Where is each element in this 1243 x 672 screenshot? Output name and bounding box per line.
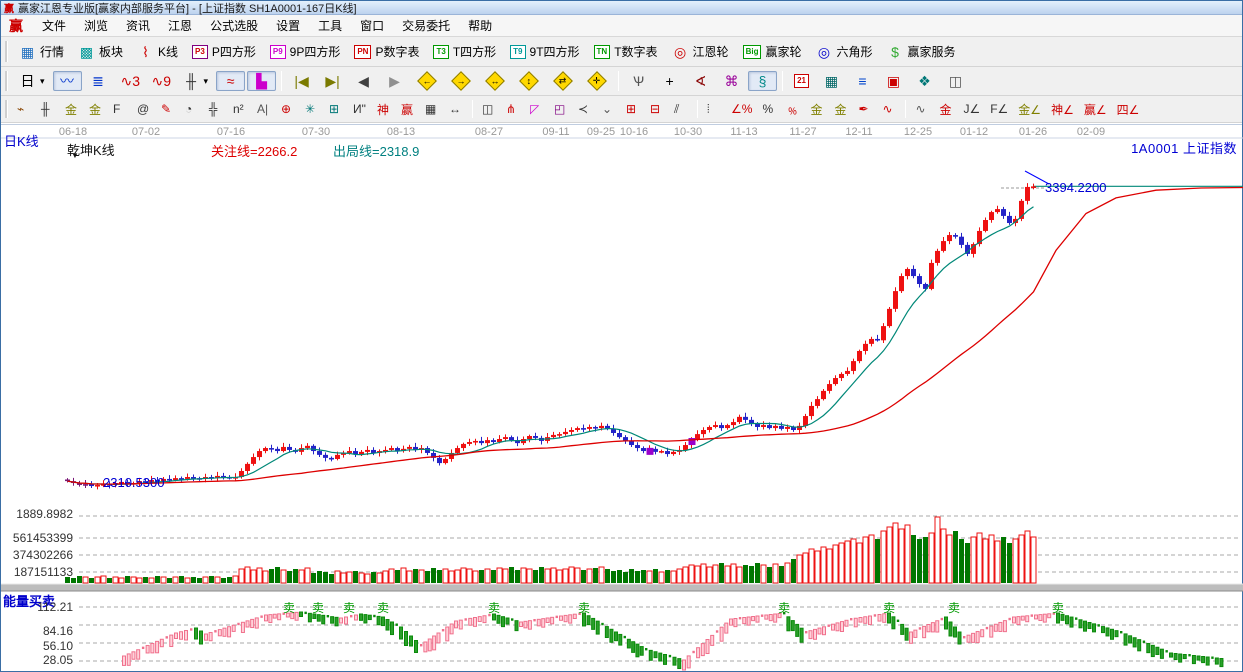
- date-axis-label: 07-16: [217, 126, 245, 138]
- kline-chart-canvas[interactable]: [1, 1, 1243, 672]
- start-price-label: 2310.5300: [103, 475, 164, 490]
- scale-value-label: 1889.8982: [1, 507, 73, 521]
- sell-signal-label: 卖: [283, 599, 295, 616]
- scale-value-label: 561453399: [1, 531, 73, 545]
- date-axis-label: 11-27: [789, 126, 816, 138]
- sell-signal-label: 卖: [883, 599, 895, 616]
- scale-value-label: 84.16: [1, 624, 73, 638]
- date-axis-label: 10-16: [620, 126, 648, 138]
- date-axis-label: 12-25: [904, 126, 932, 138]
- period-mode-label: 日K线: [4, 131, 39, 150]
- scale-value-label: 374302266: [1, 548, 73, 562]
- date-axis-label: 10-30: [674, 126, 702, 138]
- date-axis-label: 06-18: [59, 126, 87, 138]
- last-price-label: 3394.2200: [1045, 180, 1106, 195]
- sell-signal-label: 卖: [1052, 599, 1064, 616]
- scale-value-label: 28.05: [1, 653, 73, 667]
- date-axis-label: 08-13: [387, 126, 415, 138]
- date-axis-label: 11-13: [730, 126, 757, 138]
- watch-line-label: 关注线=2266.2: [211, 141, 297, 160]
- exit-line-label: 出局线=2318.9: [333, 141, 419, 160]
- date-axis-label: 02-09: [1077, 126, 1105, 138]
- sell-signal-label: 卖: [948, 599, 960, 616]
- date-axis-label: 12-11: [845, 126, 872, 138]
- sell-signal-label: 卖: [377, 599, 389, 616]
- date-axis-label: 07-30: [302, 126, 330, 138]
- date-axis-label: 01-12: [960, 126, 988, 138]
- sell-signal-label: 卖: [488, 599, 500, 616]
- date-axis-label: 09-25: [587, 126, 615, 138]
- date-axis-label: 07-02: [132, 126, 160, 138]
- date-axis-label: 08-27: [475, 126, 503, 138]
- scale-value-label: 187151133: [1, 565, 73, 579]
- sell-signal-label: 卖: [578, 599, 590, 616]
- app-window: 赢 赢家江恩专业版[赢家内部服务平台] - [上证指数 SH1A0001-167…: [0, 0, 1243, 672]
- sell-signal-label: 卖: [778, 599, 790, 616]
- scale-value-label: 112.21: [1, 600, 73, 614]
- qiankun-dropdown-icon[interactable]: ▼: [71, 151, 79, 160]
- date-axis-label: 01-26: [1019, 126, 1047, 138]
- sell-signal-label: 卖: [343, 599, 355, 616]
- date-axis-label: 09-11: [542, 126, 569, 138]
- scale-value-label: 56.10: [1, 639, 73, 653]
- symbol-label: 1A0001 上证指数: [1131, 138, 1237, 157]
- sell-signal-label: 卖: [312, 599, 324, 616]
